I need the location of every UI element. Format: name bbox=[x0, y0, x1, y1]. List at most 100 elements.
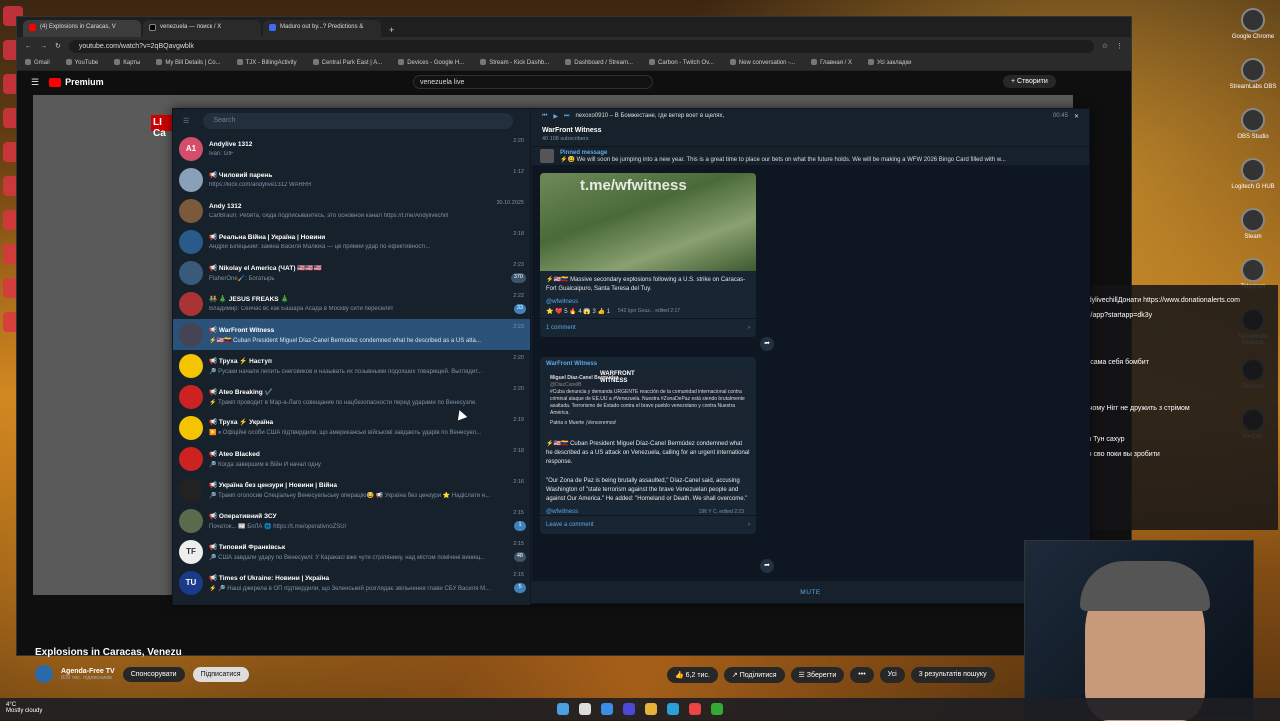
menu-icon[interactable]: ☰ bbox=[183, 117, 189, 125]
chat-list-item[interactable]: 📢 Україна без цензури | Новини | Війна🔎 … bbox=[173, 474, 530, 505]
bookmark-item[interactable]: Карты bbox=[114, 59, 140, 66]
post-video[interactable]: t.me/wfwitness bbox=[540, 173, 756, 271]
chat-list-item[interactable]: Andy 1312CarlBraun: Ребята, сюда подписы… bbox=[173, 195, 530, 226]
post-reactions[interactable]: ⭐ ❤️ 5 🔥 4 😱 3 👍 1542 Igor Gouz... edite… bbox=[540, 305, 756, 318]
filter-chip-results[interactable]: 3 результатів пошуку bbox=[911, 667, 995, 683]
tab-predictions[interactable]: Maduro out by...? Predictions & bbox=[263, 20, 381, 37]
embedded-tweet[interactable]: Miguel Díaz-Canel Bermúdez @DiazCanelB W… bbox=[546, 371, 750, 431]
hamburger-icon[interactable]: ☰ bbox=[31, 77, 39, 88]
chat-list-item[interactable]: 📢 Труха ⚡ Наступ🔎 Русаки начали лепить с… bbox=[173, 350, 530, 381]
subscribe-button[interactable]: Підписатися bbox=[193, 667, 249, 682]
bookmark-item[interactable]: Усі закладки bbox=[868, 59, 912, 66]
edge-icon[interactable] bbox=[601, 703, 613, 715]
desktop-shortcut[interactable]: Google Chrome bbox=[1228, 8, 1278, 40]
app-icon[interactable] bbox=[623, 703, 635, 715]
telegram-search-input[interactable]: Search bbox=[203, 113, 513, 129]
channel-header[interactable]: WarFront Witness 40 108 subscribers bbox=[532, 123, 1089, 147]
bookmark-item[interactable]: Carbon - Twitch Ov... bbox=[649, 59, 714, 66]
telegram-icon[interactable] bbox=[667, 703, 679, 715]
app-icon bbox=[1241, 158, 1265, 182]
pinned-message-bar[interactable]: Pinned message⚡😃 We will soon be jumping… bbox=[532, 147, 1089, 165]
bookmark-item[interactable]: Gmail bbox=[25, 59, 50, 66]
mute-button[interactable]: MUTE bbox=[532, 581, 1089, 603]
filter-chip-all[interactable]: Усі bbox=[880, 667, 905, 683]
bookmark-item[interactable]: TJX - BillingActivity bbox=[237, 59, 297, 66]
track-time: 00:45 bbox=[1053, 113, 1068, 119]
bookmark-item[interactable]: YouTube bbox=[66, 59, 99, 66]
chat-list-item[interactable]: 📢 Ateo Breaking ✔️⚡ Трамп проводит в Мар… bbox=[173, 381, 530, 412]
unread-badge: 1 bbox=[514, 521, 526, 531]
bookmark-item[interactable]: Central Park East | A... bbox=[313, 59, 383, 66]
menu-icon[interactable]: ⋮ bbox=[1116, 42, 1123, 50]
bookmark-item[interactable]: Stream - Kick Dashb... bbox=[480, 59, 549, 66]
chat-list-item[interactable]: 📢 Nikolay el America (ЧАТ) 🇺🇸🇺🇸🇺🇸FtaherO… bbox=[173, 257, 530, 288]
reload-icon[interactable]: ↻ bbox=[55, 42, 61, 50]
chat-name: 📢 Nikolay el America (ЧАТ) 🇺🇸🇺🇸🇺🇸 bbox=[209, 264, 524, 272]
channel-name[interactable]: Agenda-Free TV bbox=[61, 668, 115, 675]
search-icon[interactable] bbox=[579, 703, 591, 715]
chat-preview: 🔎 Когда завершим в Війн И начал одну bbox=[209, 461, 524, 468]
sponsor-button[interactable]: Спонсорувати bbox=[123, 667, 185, 682]
desktop-shortcut[interactable]: Logitech G HUB bbox=[1228, 158, 1278, 190]
youtube-search-input[interactable]: venezuela live bbox=[413, 75, 653, 89]
next-icon[interactable]: ⏭ bbox=[564, 113, 569, 120]
chat-list-item[interactable]: 📢 Чиловий пареньhttps://kick.com/andyliv… bbox=[173, 164, 530, 195]
back-icon[interactable]: ← bbox=[25, 43, 32, 50]
more-button[interactable]: ••• bbox=[850, 667, 873, 683]
post-sender[interactable]: WarFront Witness bbox=[540, 357, 756, 367]
channel-avatar[interactable] bbox=[35, 665, 53, 683]
tab-youtube[interactable]: (4) Explosions in Caracas, V bbox=[23, 20, 141, 37]
chat-list-item[interactable]: 📢 Оперативний ЗСУПочаток... 📰 БпЛА 🌐 htt… bbox=[173, 505, 530, 536]
desktop-shortcut[interactable]: Steam bbox=[1228, 208, 1278, 240]
weather-widget[interactable]: 4°CMostly cloudy bbox=[6, 702, 42, 714]
app-icon[interactable] bbox=[711, 703, 723, 715]
play-icon[interactable]: ▶ bbox=[553, 113, 558, 120]
pinned-thumbnail bbox=[540, 149, 554, 163]
chat-list-item[interactable]: 📢 Реальна Війна | Україна | НовиниАндрій… bbox=[173, 226, 530, 257]
chat-name: 📢 Ateo Blacked bbox=[209, 450, 524, 458]
bookmark-item[interactable]: Главная / X bbox=[811, 59, 852, 66]
chat-list-item[interactable]: 🧑‍🤝‍🧑 🎄 JESUS FREAKS 🎄Владимир: Сейчас в… bbox=[173, 288, 530, 319]
desktop-shortcut[interactable]: OBS Studio bbox=[1228, 108, 1278, 140]
unread-badge: 370 bbox=[511, 273, 526, 283]
youtube-logo[interactable]: Premium bbox=[49, 77, 104, 87]
chat-preview: Владимир: Сейчас вс как Башара Асада в М… bbox=[209, 306, 524, 312]
windows-start-icon[interactable] bbox=[557, 703, 569, 715]
chat-time: 1:12 bbox=[513, 169, 524, 175]
close-icon[interactable]: ✕ bbox=[1074, 113, 1079, 120]
save-button[interactable]: ☰ Зберегти bbox=[791, 667, 845, 683]
new-tab-button[interactable]: + bbox=[383, 23, 400, 37]
bookmark-item[interactable]: My Bill Details | Co... bbox=[156, 59, 220, 66]
folder-icon[interactable] bbox=[645, 703, 657, 715]
bookmark-item[interactable]: New conversation -... bbox=[730, 59, 795, 66]
app-icon bbox=[1241, 208, 1265, 232]
chat-avatar bbox=[179, 354, 203, 378]
chat-preview: Ivan: GIF bbox=[209, 151, 524, 157]
chat-list-item[interactable]: 📢 Ateo Blacked 🔎 Когда завершим в Війн И … bbox=[173, 443, 530, 474]
share-button[interactable]: ↗ Поділитися bbox=[724, 667, 785, 683]
create-button[interactable]: + Створити bbox=[1003, 75, 1056, 88]
forward-icon[interactable]: → bbox=[40, 43, 47, 50]
prev-icon[interactable]: ⏮ bbox=[542, 113, 547, 120]
post-text: "Our Zona de Paz is being brutally assau… bbox=[540, 472, 756, 509]
forward-icon[interactable]: ➦ bbox=[760, 559, 774, 573]
chat-list-item[interactable]: A1Andylive 1312Ivan: GIF2:20 bbox=[173, 133, 530, 164]
like-button[interactable]: 👍 6,2 тис. bbox=[667, 667, 718, 683]
chrome-icon[interactable] bbox=[689, 703, 701, 715]
leave-comment-link[interactable]: Leave a comment› bbox=[540, 515, 756, 534]
youtube-icon bbox=[29, 24, 36, 31]
comments-link[interactable]: 1 comment› bbox=[540, 318, 756, 337]
channel-title: WarFront Witness bbox=[542, 127, 1079, 134]
star-icon[interactable]: ☆ bbox=[1102, 42, 1108, 50]
address-bar-row: ← → ↻ youtube.com/watch?v=2qBQavgwblk ☆ ⋮ bbox=[17, 37, 1131, 55]
chat-list-item[interactable]: 📢 Труха ⚡ Україна▶️ ⏸ Офіційні особи США… bbox=[173, 412, 530, 443]
chat-list-item[interactable]: TU📢 Times of Ukraine: Новини | Україна⚡ … bbox=[173, 567, 530, 598]
chat-list-item[interactable]: 📢 WarFront Witness⚡🇺🇸🇻🇪 Cuban President … bbox=[173, 319, 530, 350]
bookmark-item[interactable]: Devices - Google H... bbox=[398, 59, 464, 66]
forward-icon[interactable]: ➦ bbox=[760, 337, 774, 351]
address-bar[interactable]: youtube.com/watch?v=2qBQavgwblk bbox=[69, 40, 1094, 53]
chat-list-item[interactable]: TF📢 Типовий Франківськ🔎 США завдали удар… bbox=[173, 536, 530, 567]
tab-x-search[interactable]: venezuela — поиск / X bbox=[143, 20, 261, 37]
bookmark-item[interactable]: Dashboard / Stream... bbox=[565, 59, 633, 66]
desktop-shortcut[interactable]: StreamLabs OBS bbox=[1228, 58, 1278, 90]
